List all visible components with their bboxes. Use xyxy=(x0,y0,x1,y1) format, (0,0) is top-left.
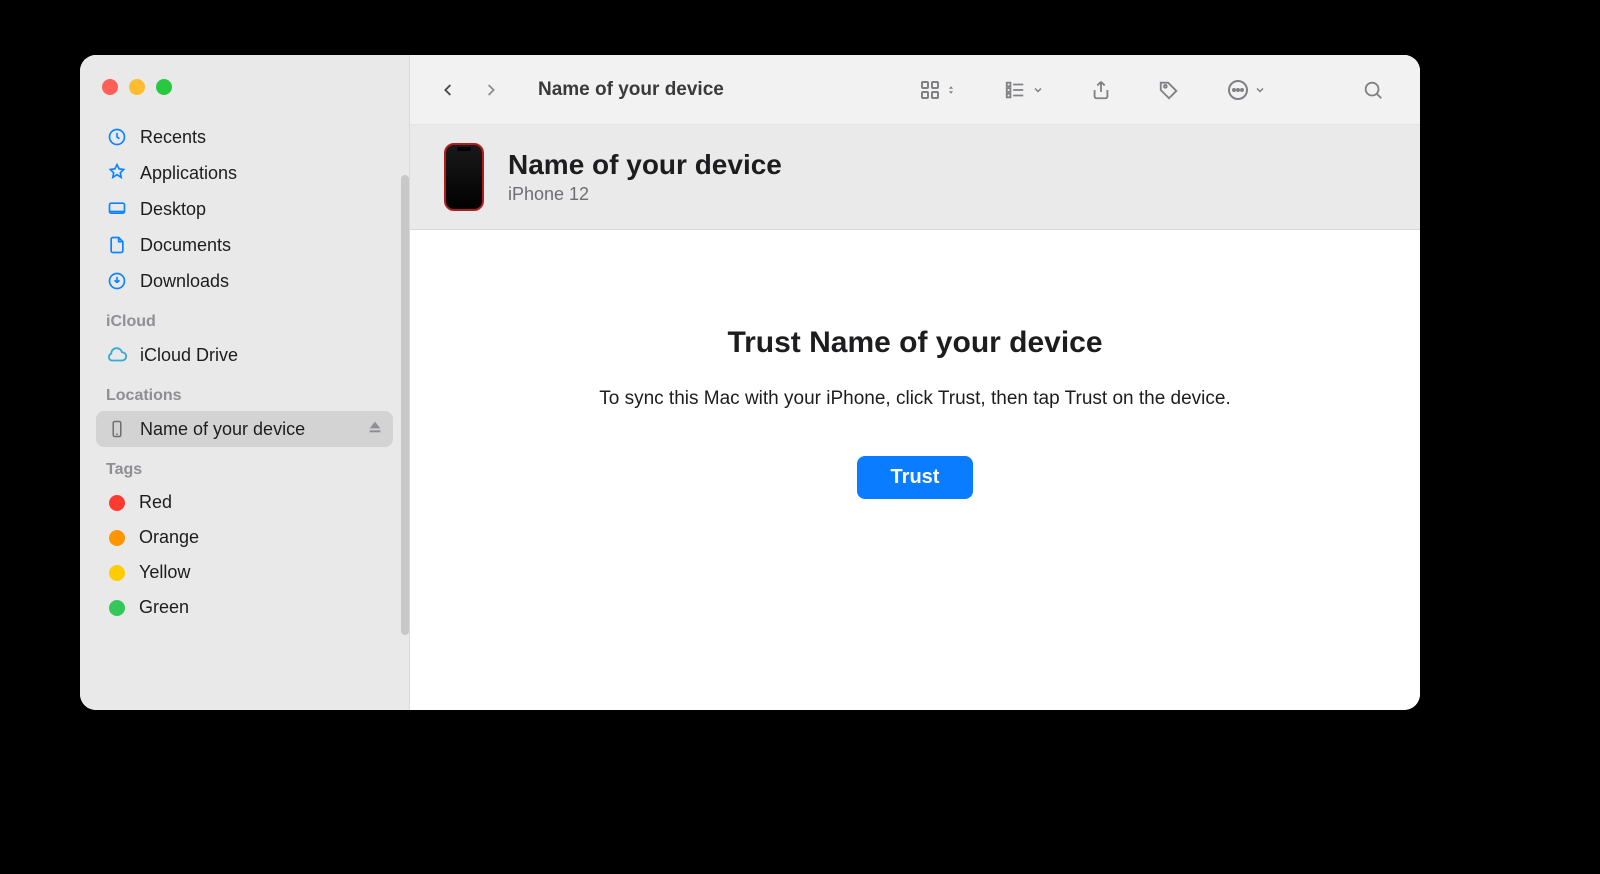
sidebar-item-label: Recents xyxy=(140,127,206,148)
trust-button[interactable]: Trust xyxy=(857,456,974,499)
tag-dot-icon xyxy=(109,495,125,511)
sidebar-item-label: Desktop xyxy=(140,199,206,220)
close-window-button[interactable] xyxy=(102,79,118,95)
toolbar-actions xyxy=(910,72,1392,108)
sidebar-header-tags: Tags xyxy=(106,461,393,479)
fullscreen-window-button[interactable] xyxy=(156,79,172,95)
sidebar-item-label: Downloads xyxy=(140,271,229,292)
sidebar-item-documents[interactable]: Documents xyxy=(96,227,393,263)
sidebar-item-device[interactable]: Name of your device xyxy=(96,411,393,447)
sidebar-item-label: Green xyxy=(139,597,189,618)
share-button[interactable] xyxy=(1082,72,1120,108)
window-title: Name of your device xyxy=(538,79,724,101)
device-header: Name of your device iPhone 12 xyxy=(410,125,1420,230)
view-mode-button[interactable] xyxy=(910,72,964,108)
tag-dot-icon xyxy=(109,565,125,581)
cloud-icon xyxy=(106,344,128,366)
trust-title: Trust Name of your device xyxy=(727,326,1102,360)
iphone-icon xyxy=(106,418,128,440)
finder-window: Recents Applications Desktop Documents D… xyxy=(80,55,1420,710)
sidebar-scrollbar[interactable] xyxy=(401,175,409,635)
appstore-icon xyxy=(106,162,128,184)
clock-icon xyxy=(106,126,128,148)
main-pane: Name of your device xyxy=(410,55,1420,710)
tag-dot-icon xyxy=(109,530,125,546)
nav-arrows xyxy=(438,80,500,100)
sidebar-tag-green[interactable]: Green xyxy=(96,590,393,625)
sidebar-item-icloud-drive[interactable]: iCloud Drive xyxy=(96,337,393,373)
trust-description: To sync this Mac with your iPhone, click… xyxy=(599,388,1231,410)
sidebar: Recents Applications Desktop Documents D… xyxy=(80,55,410,710)
sidebar-tag-red[interactable]: Red xyxy=(96,485,393,520)
sidebar-header-icloud: iCloud xyxy=(106,313,393,331)
window-controls xyxy=(102,79,393,95)
trust-panel: Trust Name of your device To sync this M… xyxy=(410,230,1420,710)
download-icon xyxy=(106,270,128,292)
sidebar-item-downloads[interactable]: Downloads xyxy=(96,263,393,299)
sidebar-header-locations: Locations xyxy=(106,387,393,405)
sidebar-item-applications[interactable]: Applications xyxy=(96,155,393,191)
device-model: iPhone 12 xyxy=(508,184,782,205)
tag-dot-icon xyxy=(109,600,125,616)
device-header-text: Name of your device iPhone 12 xyxy=(508,149,782,204)
sidebar-tag-orange[interactable]: Orange xyxy=(96,520,393,555)
back-button[interactable] xyxy=(438,80,458,100)
eject-icon[interactable] xyxy=(367,419,383,440)
tags-button[interactable] xyxy=(1150,73,1188,107)
desktop-icon xyxy=(106,198,128,220)
sidebar-item-label: iCloud Drive xyxy=(140,345,238,366)
toolbar: Name of your device xyxy=(410,55,1420,125)
device-thumbnail-icon xyxy=(444,143,484,211)
sidebar-item-label: Documents xyxy=(140,235,231,256)
sidebar-item-recents[interactable]: Recents xyxy=(96,119,393,155)
forward-button[interactable] xyxy=(480,80,500,100)
sidebar-tag-yellow[interactable]: Yellow xyxy=(96,555,393,590)
document-icon xyxy=(106,234,128,256)
device-name: Name of your device xyxy=(508,149,782,181)
sidebar-item-label: Red xyxy=(139,492,172,513)
group-by-button[interactable] xyxy=(994,73,1052,107)
sidebar-item-label: Name of your device xyxy=(140,419,305,440)
search-button[interactable] xyxy=(1354,73,1392,107)
minimize-window-button[interactable] xyxy=(129,79,145,95)
sidebar-item-desktop[interactable]: Desktop xyxy=(96,191,393,227)
sidebar-item-label: Applications xyxy=(140,163,237,184)
sidebar-item-label: Orange xyxy=(139,527,199,548)
sidebar-item-label: Yellow xyxy=(139,562,190,583)
more-actions-button[interactable] xyxy=(1218,72,1274,108)
